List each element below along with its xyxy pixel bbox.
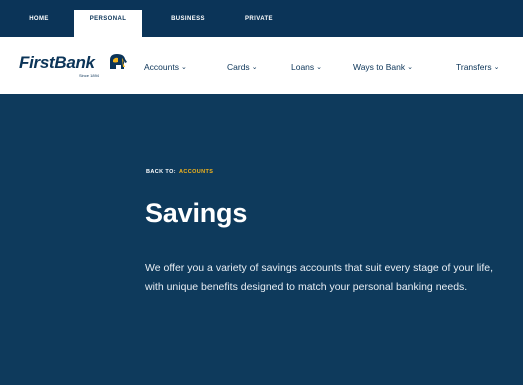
chevron-down-icon: ⌄ bbox=[407, 64, 413, 71]
chevron-down-icon: ⌄ bbox=[180, 64, 187, 71]
chevron-down-icon: ⌄ bbox=[316, 64, 323, 71]
nav-loans[interactable]: Loans ⌄ bbox=[291, 62, 322, 72]
firstbank-logo[interactable]: FirstBank Since 1894 bbox=[19, 51, 131, 81]
nav-ways-to-bank[interactable]: Ways to Bank ⌄ bbox=[353, 62, 413, 72]
nav-cards[interactable]: Cards ⌄ bbox=[227, 62, 258, 72]
nav-accounts[interactable]: Accounts ⌄ bbox=[144, 62, 187, 72]
tab-home[interactable]: Home bbox=[16, 10, 62, 37]
page-title: Savings bbox=[145, 198, 248, 228]
nav-loans-label: Loans bbox=[291, 62, 315, 72]
hero-section: Back to: Accounts Savings We offer you a… bbox=[0, 94, 523, 385]
nav-transfers-label: Transfers bbox=[456, 62, 492, 72]
tab-business[interactable]: Business bbox=[152, 10, 224, 37]
main-navbar: FirstBank Since 1894 Accounts ⌄ Cards ⌄ … bbox=[0, 37, 523, 94]
logo-wordmark: FirstBank bbox=[19, 53, 95, 72]
breadcrumb-prefix: Back to: bbox=[146, 169, 176, 175]
chevron-down-icon: ⌄ bbox=[251, 64, 258, 71]
nav-cards-label: Cards bbox=[227, 62, 250, 72]
breadcrumb-link-accounts[interactable]: Accounts bbox=[179, 169, 213, 175]
nav-accounts-label: Accounts bbox=[144, 62, 179, 72]
logo-since-text: Since 1894 bbox=[79, 73, 100, 78]
tab-personal[interactable]: Personal bbox=[74, 10, 142, 37]
elephant-logo-icon bbox=[110, 54, 127, 69]
tab-private[interactable]: Private bbox=[232, 10, 286, 37]
chevron-down-icon: ⌄ bbox=[493, 64, 500, 71]
breadcrumb: Back to: Accounts bbox=[146, 169, 213, 175]
top-segment-bar: Home Personal Business Private bbox=[0, 0, 523, 37]
nav-ways-to-bank-label: Ways to Bank bbox=[353, 62, 406, 72]
page-description: We offer you a variety of savings accoun… bbox=[145, 262, 494, 293]
nav-transfers[interactable]: Transfers ⌄ bbox=[456, 62, 499, 72]
